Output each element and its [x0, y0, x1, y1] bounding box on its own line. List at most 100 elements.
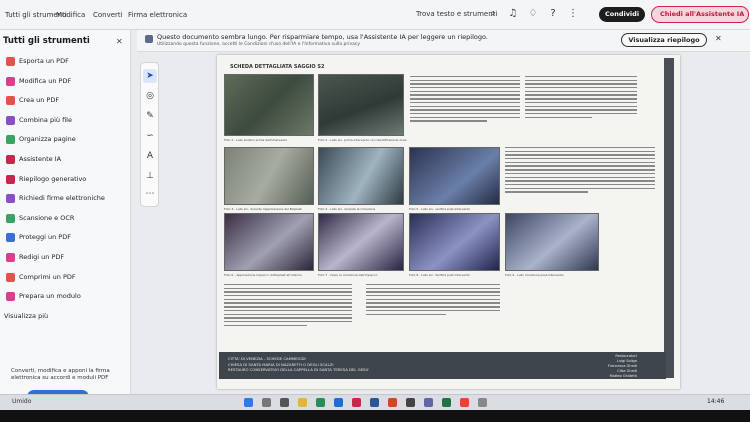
headphones-icon[interactable]: ♫ — [507, 8, 519, 20]
tool-item-label: Modifica un PDF — [19, 76, 72, 85]
document-photo-1 — [224, 74, 314, 136]
body-text-block-5 — [366, 284, 500, 317]
select-cursor-icon[interactable]: ➤ — [143, 69, 157, 83]
document-info-icon — [145, 35, 153, 43]
app-icon[interactable] — [406, 398, 415, 407]
settings-icon[interactable] — [478, 398, 487, 407]
banner-disclaimer[interactable]: Utilizzando questa funzione, accetti le … — [157, 42, 360, 47]
photo-caption-9: Foto 9 - Lato rimozione post-intervento — [505, 273, 564, 277]
page-heading: SCHEDA DETTAGLIATA SAGGIO S2 — [230, 64, 325, 70]
acrobat-taskbar-icon[interactable] — [352, 398, 361, 407]
apps-grid-icon[interactable]: ⋮ — [567, 8, 579, 20]
stamp-icon[interactable]: ⊥ — [143, 169, 157, 183]
comment-icon[interactable]: ◎ — [143, 89, 157, 103]
document-photo-5 — [409, 147, 500, 205]
all-tools-panel: Tutti gli strumenti ✕ Esporta un PDF Modi… — [0, 30, 131, 404]
close-icon[interactable]: ✕ — [715, 34, 722, 43]
share-button[interactable]: Condividi — [599, 7, 645, 22]
tool-item-label: Proteggi un PDF — [19, 233, 71, 242]
menu-e-signature[interactable]: Firma elettronica — [128, 11, 187, 19]
document-photo-6 — [224, 213, 314, 271]
ai-assistant-button[interactable]: Chiedi all'Assistente IA — [651, 6, 749, 23]
text-box-icon[interactable]: A — [143, 149, 157, 163]
tool-item[interactable]: Scansione e OCR — [0, 212, 130, 226]
tool-item[interactable]: Prepara un modulo — [0, 290, 130, 304]
photo-caption-6: Foto 6 - Applicazione impacco di Bioplas… — [224, 273, 302, 277]
help-icon[interactable]: ? — [547, 8, 559, 20]
excel-icon[interactable] — [442, 398, 451, 407]
photo-caption-3: Foto 3 - Lato sin. durante l'applicazion… — [224, 207, 302, 211]
document-photo-4 — [318, 147, 404, 205]
photo-caption-5: Foto 5 - Lato sin. verifica post-interve… — [409, 207, 471, 211]
tool-item[interactable]: Combina più file — [0, 114, 130, 128]
task-view-icon[interactable] — [280, 398, 289, 407]
search-tools-field[interactable]: Trova testo e strumenti — [416, 10, 497, 18]
body-text-block-2 — [525, 76, 637, 120]
start-menu-icon[interactable] — [244, 398, 253, 407]
tool-item-label: Combina più file — [19, 115, 72, 124]
tool-item[interactable]: Proteggi un PDF — [0, 231, 130, 245]
ai-assistant-label: Chiedi all'Assistente IA — [660, 10, 745, 18]
tool-item-label: Riepilogo generativo — [19, 174, 87, 183]
windows-taskbar: Umido 14:46 — [0, 394, 750, 410]
search-taskbar-icon[interactable] — [262, 398, 271, 407]
tool-item-label: Visualizza più — [4, 311, 49, 320]
teams-icon[interactable] — [424, 398, 433, 407]
tool-item[interactable]: Riepilogo generativo — [0, 173, 130, 187]
tool-item[interactable]: Assistente IA — [0, 153, 130, 167]
create-pdf-icon — [6, 96, 15, 106]
weather-widget[interactable]: Umido — [12, 398, 31, 405]
tool-item-label: Prepara un modulo — [19, 292, 81, 301]
body-text-block-3 — [505, 147, 655, 195]
document-photo-3 — [224, 147, 314, 205]
powerpoint-icon[interactable] — [388, 398, 397, 407]
highlight-pen-icon[interactable]: ✎ — [143, 109, 157, 123]
export-pdf-icon — [6, 57, 15, 66]
tools-panel-title: Tutti gli strumenti — [3, 36, 90, 46]
menu-convert[interactable]: Converti — [93, 11, 123, 19]
tool-item[interactable]: Comprimi un PDF — [0, 271, 130, 285]
document-photo-2 — [318, 74, 404, 136]
search-icon[interactable]: ⌕ — [487, 8, 499, 20]
redact-pdf-icon — [6, 253, 15, 262]
photo-caption-1: Foto 1 - Lato sinistro prima dell'interv… — [224, 138, 288, 142]
tool-item[interactable]: Modifica un PDF — [0, 75, 130, 89]
mail-icon[interactable] — [334, 398, 343, 407]
prepare-form-icon — [6, 292, 15, 302]
annotation-toolbar: ➤ ◎ ✎ ∽ A ⊥ ⋯ — [140, 62, 159, 207]
document-photo-7 — [318, 213, 404, 271]
tool-item[interactable]: Organizza pagine — [0, 133, 130, 147]
photo-caption-8: Foto 8 - Lato sin. Verifica post interve… — [409, 273, 471, 277]
menu-edit[interactable]: Modifica — [56, 11, 85, 19]
organize-pages-icon — [6, 135, 15, 145]
tool-item-label: Comprimi un PDF — [19, 272, 76, 281]
tool-item[interactable]: Redigi un PDF — [0, 251, 130, 265]
tool-item-label: Organizza pagine — [19, 135, 76, 144]
file-explorer-icon[interactable] — [298, 398, 307, 407]
ai-assistant-icon — [6, 155, 15, 164]
word-icon[interactable] — [370, 398, 379, 407]
chrome-icon[interactable] — [460, 398, 469, 407]
draw-icon[interactable]: ∽ — [143, 129, 157, 143]
tool-item-label: Redigi un PDF — [19, 253, 65, 261]
body-text-block-1 — [410, 76, 520, 124]
tool-item[interactable]: Esporta un PDF — [0, 55, 130, 69]
tool-item[interactable]: Richiedi firme elettroniche — [0, 192, 130, 206]
body-text-block-4 — [224, 284, 352, 328]
more-tools-icon[interactable]: ⋯ — [143, 187, 157, 201]
edit-pdf-icon — [6, 76, 15, 86]
top-menu-bar: Tutti gli strumenti Modifica Converti Fi… — [0, 0, 750, 30]
tools-footer-text: Converti, modifica e apponi la firma ele… — [11, 368, 110, 381]
ai-summary-banner: Questo documento sembra lungo. Per rispa… — [137, 30, 750, 52]
tool-item[interactable]: Visualizza più — [0, 310, 130, 324]
view-summary-button[interactable]: Visualizza riepilogo — [621, 33, 707, 47]
collapse-panel-icon[interactable]: ✕ — [116, 37, 123, 46]
photo-caption-2: Foto 2 - Lato sin. prima intervento con … — [318, 138, 407, 142]
bell-icon[interactable]: ♢ — [527, 8, 539, 20]
browser-icon[interactable] — [316, 398, 325, 407]
taskbar-clock[interactable]: 14:46 — [707, 398, 724, 405]
compress-pdf-icon — [6, 272, 15, 282]
tool-item-label: Scansione e OCR — [19, 213, 75, 222]
scan-ocr-icon — [6, 213, 15, 223]
tool-item[interactable]: Crea un PDF — [0, 94, 130, 108]
